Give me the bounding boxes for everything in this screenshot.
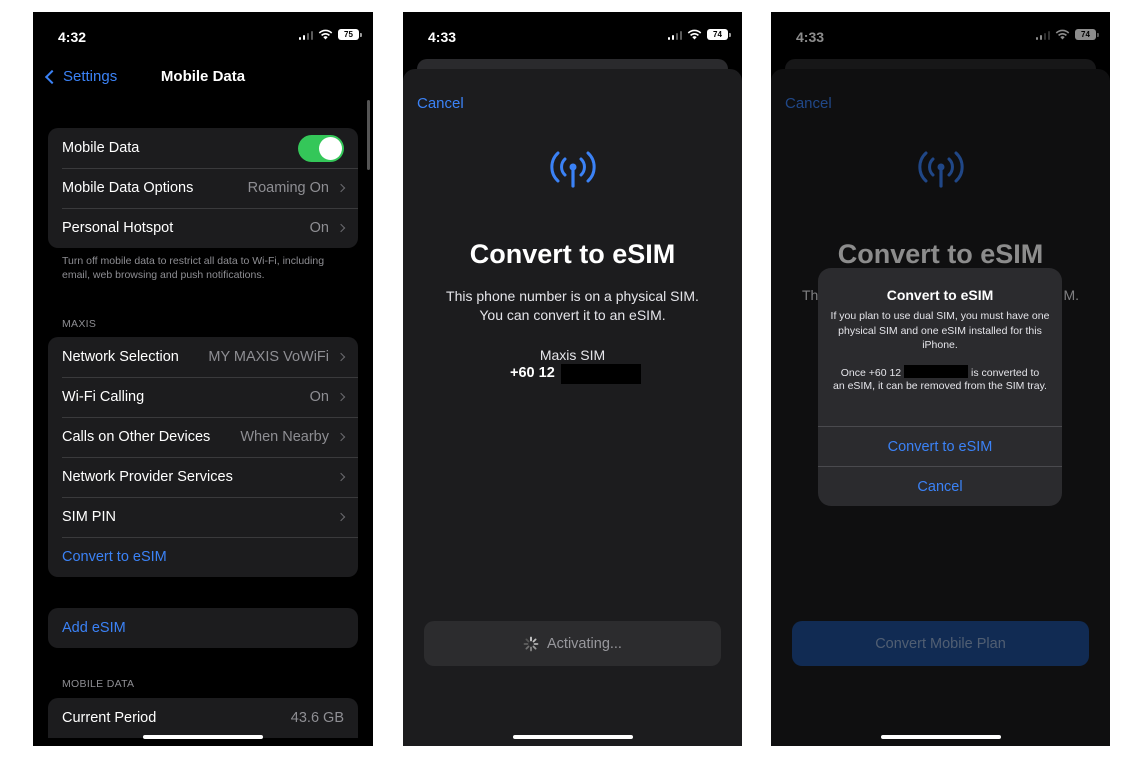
alert-message-rest: an eSIM, it can be removed from the SIM … bbox=[833, 380, 1047, 392]
number-suffix: is converted to bbox=[970, 367, 1040, 379]
alert-cancel-button[interactable]: Cancel bbox=[818, 466, 1062, 506]
mobile-data-toggle[interactable] bbox=[298, 134, 344, 162]
calls-on-other-devices-row[interactable]: Calls on Other Devices When Nearby bbox=[48, 417, 358, 457]
row-value: Roaming On bbox=[247, 180, 329, 196]
row-label: SIM PIN bbox=[62, 509, 116, 525]
mobile-data-options-row[interactable]: Mobile Data Options Roaming On bbox=[48, 168, 358, 208]
home-indicator[interactable] bbox=[512, 735, 633, 739]
row-label: Current Period bbox=[62, 710, 157, 726]
sim-name: Maxis SIM bbox=[539, 347, 606, 363]
mobile-data-section-header: MOBILE DATA bbox=[62, 678, 135, 690]
home-indicator[interactable] bbox=[143, 735, 263, 739]
row-value: When Nearby bbox=[240, 429, 329, 445]
alert-message: If you plan to use dual SIM, you must ha… bbox=[830, 310, 1050, 351]
description-line: You can convert it to an eSIM. bbox=[479, 307, 666, 323]
alert-convert-button[interactable]: Convert to eSIM bbox=[818, 426, 1062, 466]
scrollbar[interactable] bbox=[367, 100, 370, 170]
personal-hotspot-row[interactable]: Personal Hotspot On bbox=[48, 208, 358, 248]
row-label: Network Provider Services bbox=[62, 469, 233, 485]
add-esim-group: Add eSIM bbox=[48, 608, 358, 648]
toggle-knob bbox=[319, 136, 342, 160]
chevron-right-icon bbox=[336, 223, 346, 233]
wifi-icon bbox=[318, 29, 333, 40]
row-label: Mobile Data bbox=[62, 140, 140, 156]
sim-pin-row[interactable]: SIM PIN bbox=[48, 497, 358, 537]
network-selection-row[interactable]: Network Selection MY MAXIS VoWiFi bbox=[48, 337, 358, 377]
row-value: On bbox=[309, 220, 329, 236]
row-label: Calls on Other Devices bbox=[62, 429, 211, 445]
chevron-right-icon bbox=[336, 472, 346, 482]
number-prefix: Once +60 12 bbox=[840, 367, 902, 379]
status-time: 4:33 bbox=[428, 29, 457, 45]
carrier-section-header: MAXIS bbox=[62, 318, 97, 330]
home-indicator[interactable] bbox=[880, 735, 1001, 739]
row-value: 43.6 GB bbox=[290, 710, 344, 726]
alert-title: Convert to eSIM bbox=[886, 287, 994, 303]
signal-icon bbox=[298, 30, 313, 40]
mobile-data-group: Mobile Data Mobile Data Options Roaming … bbox=[48, 128, 358, 248]
row-label: Add eSIM bbox=[62, 620, 126, 636]
convert-esim-alert: Convert to eSIM If you plan to use dual … bbox=[818, 268, 1062, 506]
row-label: Convert to eSIM bbox=[62, 549, 167, 565]
carrier-group: Network Selection MY MAXIS VoWiFi Wi-Fi … bbox=[48, 337, 358, 577]
redacted-number bbox=[904, 365, 969, 378]
sheet-description: This phone number is on a physical SIM. … bbox=[423, 287, 722, 325]
chevron-right-icon bbox=[336, 512, 346, 522]
activating-label: Activating... bbox=[547, 635, 622, 652]
row-value: MY MAXIS VoWiFi bbox=[208, 349, 329, 365]
status-bar: 4:32 75 bbox=[33, 12, 373, 60]
status-time: 4:32 bbox=[58, 29, 87, 45]
row-label: Personal Hotspot bbox=[62, 220, 174, 236]
page-title: Mobile Data bbox=[160, 68, 246, 85]
mobile-data-row[interactable]: Mobile Data bbox=[48, 128, 358, 168]
add-esim-row[interactable]: Add eSIM bbox=[48, 608, 358, 648]
chevron-right-icon bbox=[336, 392, 346, 402]
usage-group: Current Period 43.6 GB bbox=[48, 698, 358, 738]
antenna-icon bbox=[549, 151, 596, 188]
chevron-right-icon bbox=[336, 432, 346, 442]
row-value: On bbox=[309, 389, 329, 405]
status-bar: 4:33 74 bbox=[403, 12, 742, 60]
chevron-right-icon bbox=[336, 352, 346, 362]
sheet-title: Convert to eSIM bbox=[469, 239, 676, 269]
convert-esim-activating-screen: 4:33 74 Cancel Convert to eSIM This phon… bbox=[403, 12, 742, 746]
convert-to-esim-row[interactable]: Convert to eSIM bbox=[48, 537, 358, 577]
current-period-row: Current Period 43.6 GB bbox=[48, 698, 358, 738]
row-label: Mobile Data Options bbox=[62, 180, 194, 196]
wifi-calling-row[interactable]: Wi-Fi Calling On bbox=[48, 377, 358, 417]
signal-icon bbox=[667, 30, 682, 40]
spinner-icon bbox=[523, 636, 539, 651]
row-label: Network Selection bbox=[62, 349, 179, 365]
chevron-right-icon bbox=[336, 183, 346, 193]
battery-icon: 74 bbox=[707, 29, 731, 40]
wifi-icon bbox=[687, 29, 702, 40]
mobile-data-footnote: Turn off mobile data to restrict all dat… bbox=[62, 255, 325, 281]
mobile-data-settings-screen: 4:32 75 Settings Mobile Data Mobile Data… bbox=[33, 12, 373, 746]
cancel-button[interactable]: Cancel bbox=[417, 95, 464, 112]
convert-esim-alert-screen: 4:33 74 Cancel Convert to eSIM Th M. Con… bbox=[771, 12, 1110, 746]
description-line: This phone number is on a physical SIM. bbox=[446, 288, 699, 304]
activating-button: Activating... bbox=[424, 621, 721, 666]
battery-icon: 75 bbox=[338, 29, 362, 40]
network-provider-services-row[interactable]: Network Provider Services bbox=[48, 457, 358, 497]
row-label: Wi-Fi Calling bbox=[62, 389, 145, 405]
convert-esim-sheet: Cancel Convert to eSIM This phone number… bbox=[403, 69, 742, 746]
redacted-number bbox=[561, 364, 641, 384]
sim-number: +60 12 bbox=[510, 365, 555, 381]
